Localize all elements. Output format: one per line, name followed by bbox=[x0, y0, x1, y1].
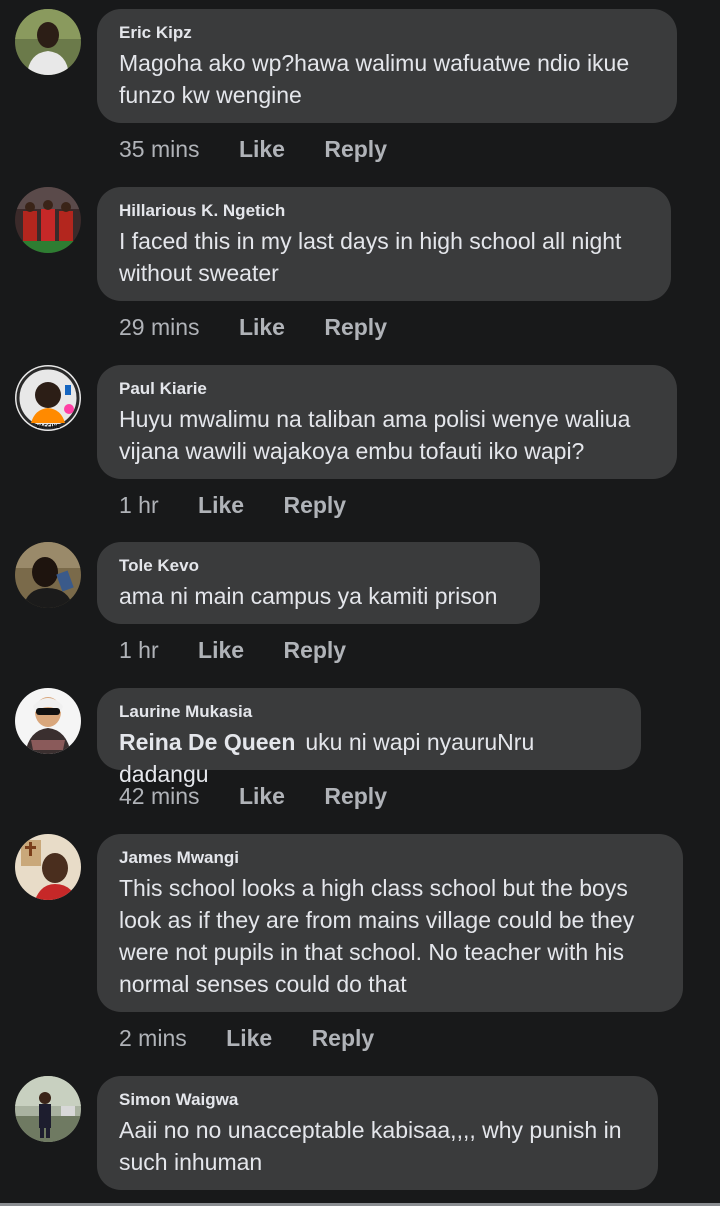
comment-bubble: Laurine Mukasia Reina De Queen uku ni wap… bbox=[97, 688, 641, 787]
comment-timestamp[interactable]: 29 mins bbox=[119, 313, 200, 341]
avatar[interactable] bbox=[15, 9, 81, 75]
mention-tag[interactable]: Reina De Queen bbox=[119, 729, 295, 755]
reply-button[interactable]: Reply bbox=[324, 782, 387, 810]
comment-author[interactable]: James Mwangi bbox=[119, 848, 661, 868]
reply-button[interactable]: Reply bbox=[283, 491, 346, 519]
comment-actions: 42 mins Like Reply bbox=[119, 782, 387, 810]
comment-bubble: Simon Waigwa Aaii no no unacceptable kab… bbox=[97, 1076, 658, 1190]
comment-text: This school looks a high class school bu… bbox=[119, 875, 635, 997]
comment-actions: 29 mins Like Reply bbox=[119, 313, 387, 341]
like-button[interactable]: Like bbox=[239, 782, 285, 810]
like-button[interactable]: Like bbox=[198, 491, 244, 519]
comment-timestamp[interactable]: 35 mins bbox=[119, 135, 200, 163]
comment-timestamp[interactable]: 42 mins bbox=[119, 782, 200, 810]
reply-button[interactable]: Reply bbox=[283, 636, 346, 664]
comment-bubble: Tole Kevo ama ni main campus ya kamiti p… bbox=[97, 542, 540, 624]
comment-author[interactable]: Paul Kiarie bbox=[119, 379, 655, 399]
comment-author[interactable]: Hillarious K. Ngetich bbox=[119, 201, 649, 221]
avatar[interactable] bbox=[15, 688, 81, 754]
avatar[interactable] bbox=[15, 542, 81, 608]
avatar[interactable] bbox=[15, 834, 81, 900]
comment-bubble: Paul Kiarie Huyu mwalimu na taliban ama … bbox=[97, 365, 677, 479]
comment-text: I faced this in my last days in high sch… bbox=[119, 228, 622, 286]
comment-actions: 2 mins Like Reply bbox=[119, 1024, 374, 1052]
comment-author[interactable]: Eric Kipz bbox=[119, 23, 655, 43]
comment-timestamp[interactable]: 1 hr bbox=[119, 491, 159, 519]
reply-button[interactable]: Reply bbox=[312, 1024, 375, 1052]
like-button[interactable]: Like bbox=[239, 313, 285, 341]
comment-bubble: Hillarious K. Ngetich I faced this in my… bbox=[97, 187, 671, 301]
comment-text: Huyu mwalimu na taliban ama polisi wenye… bbox=[119, 406, 631, 464]
comment-timestamp[interactable]: 1 hr bbox=[119, 636, 159, 664]
comment-text: ama ni main campus ya kamiti prison bbox=[119, 583, 498, 609]
avatar[interactable] bbox=[15, 1076, 81, 1142]
comment-actions: 1 hr Like Reply bbox=[119, 491, 346, 519]
comment-timestamp[interactable]: 2 mins bbox=[119, 1024, 187, 1052]
avatar[interactable]: VACCINE bbox=[15, 365, 81, 431]
avatar-badge-text: VACCINE bbox=[36, 424, 61, 430]
comment-text: Magoha ako wp?hawa walimu wafuatwe ndio … bbox=[119, 50, 630, 108]
like-button[interactable]: Like bbox=[239, 135, 285, 163]
comment-actions: 35 mins Like Reply bbox=[119, 135, 387, 163]
avatar[interactable] bbox=[15, 187, 81, 253]
comment-actions: 1 hr Like Reply bbox=[119, 636, 346, 664]
like-button[interactable]: Like bbox=[198, 636, 244, 664]
comment-bubble: Eric Kipz Magoha ako wp?hawa walimu wafu… bbox=[97, 9, 677, 123]
comment-text: Aaii no no unacceptable kabisaa,,,, why … bbox=[119, 1117, 622, 1175]
comment-text: Reina De Queen uku ni wapi nyauruNru dada… bbox=[119, 726, 619, 790]
like-button[interactable]: Like bbox=[226, 1024, 272, 1052]
comment-bubble: James Mwangi This school looks a high cl… bbox=[97, 834, 683, 1012]
comment-author[interactable]: Tole Kevo bbox=[119, 556, 518, 576]
reply-button[interactable]: Reply bbox=[324, 135, 387, 163]
comment-author[interactable]: Laurine Mukasia bbox=[119, 702, 619, 722]
comment-author[interactable]: Simon Waigwa bbox=[119, 1090, 636, 1110]
reply-button[interactable]: Reply bbox=[324, 313, 387, 341]
